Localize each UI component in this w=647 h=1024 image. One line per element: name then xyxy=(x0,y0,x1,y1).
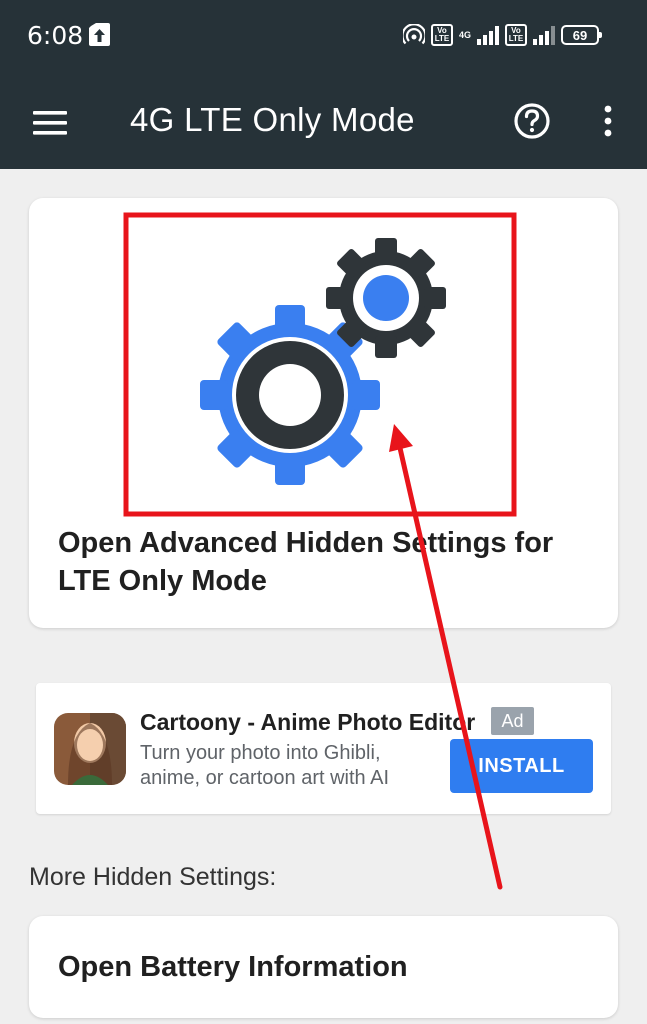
ad-banner[interactable]: Cartoony - Anime Photo Editor Ad Turn yo… xyxy=(36,683,611,814)
more-vert-icon[interactable] xyxy=(596,101,620,141)
section-heading: More Hidden Settings: xyxy=(29,863,277,891)
status-bar: 6:08 Vo LTE 4G Vo LTE 69 xyxy=(0,0,647,75)
network-type: 4G xyxy=(458,29,471,40)
battery-icon: 69 xyxy=(561,25,602,45)
status-time: 6:08 xyxy=(27,21,84,50)
signal-icon-2 xyxy=(533,25,555,45)
page-title: 4G LTE Only Mode xyxy=(130,101,415,138)
advanced-settings-card[interactable]: Open Advanced Hidden Settings for LTE On… xyxy=(29,198,618,628)
ad-title: Cartoony - Anime Photo Editor xyxy=(140,709,476,735)
advanced-settings-label: Open Advanced Hidden Settings for LTE On… xyxy=(58,527,554,597)
install-button[interactable]: INSTALL xyxy=(450,739,593,793)
app-thumbnail-icon xyxy=(54,713,126,785)
battery-info-card[interactable]: Open Battery Information xyxy=(29,916,618,1018)
battery-info-label: Open Battery Information xyxy=(58,951,408,983)
volte-icon: Vo LTE xyxy=(430,24,453,46)
menu-icon[interactable] xyxy=(30,104,70,144)
app-bar: 4G LTE Only Mode xyxy=(0,75,647,169)
hotspot-icon xyxy=(402,24,425,45)
signal-icon-1 xyxy=(477,25,499,45)
ad-description: Turn your photo into Ghibli, anime, or c… xyxy=(140,742,390,789)
status-icons: Vo LTE 4G Vo LTE 69 xyxy=(402,22,602,48)
battery-level: 69 xyxy=(572,27,588,43)
volte-icon-2: Vo LTE xyxy=(505,24,527,46)
help-icon[interactable] xyxy=(512,101,552,141)
ad-badge: Ad xyxy=(491,707,534,735)
gears-icon xyxy=(200,238,446,485)
notification-upload-icon xyxy=(89,23,110,46)
